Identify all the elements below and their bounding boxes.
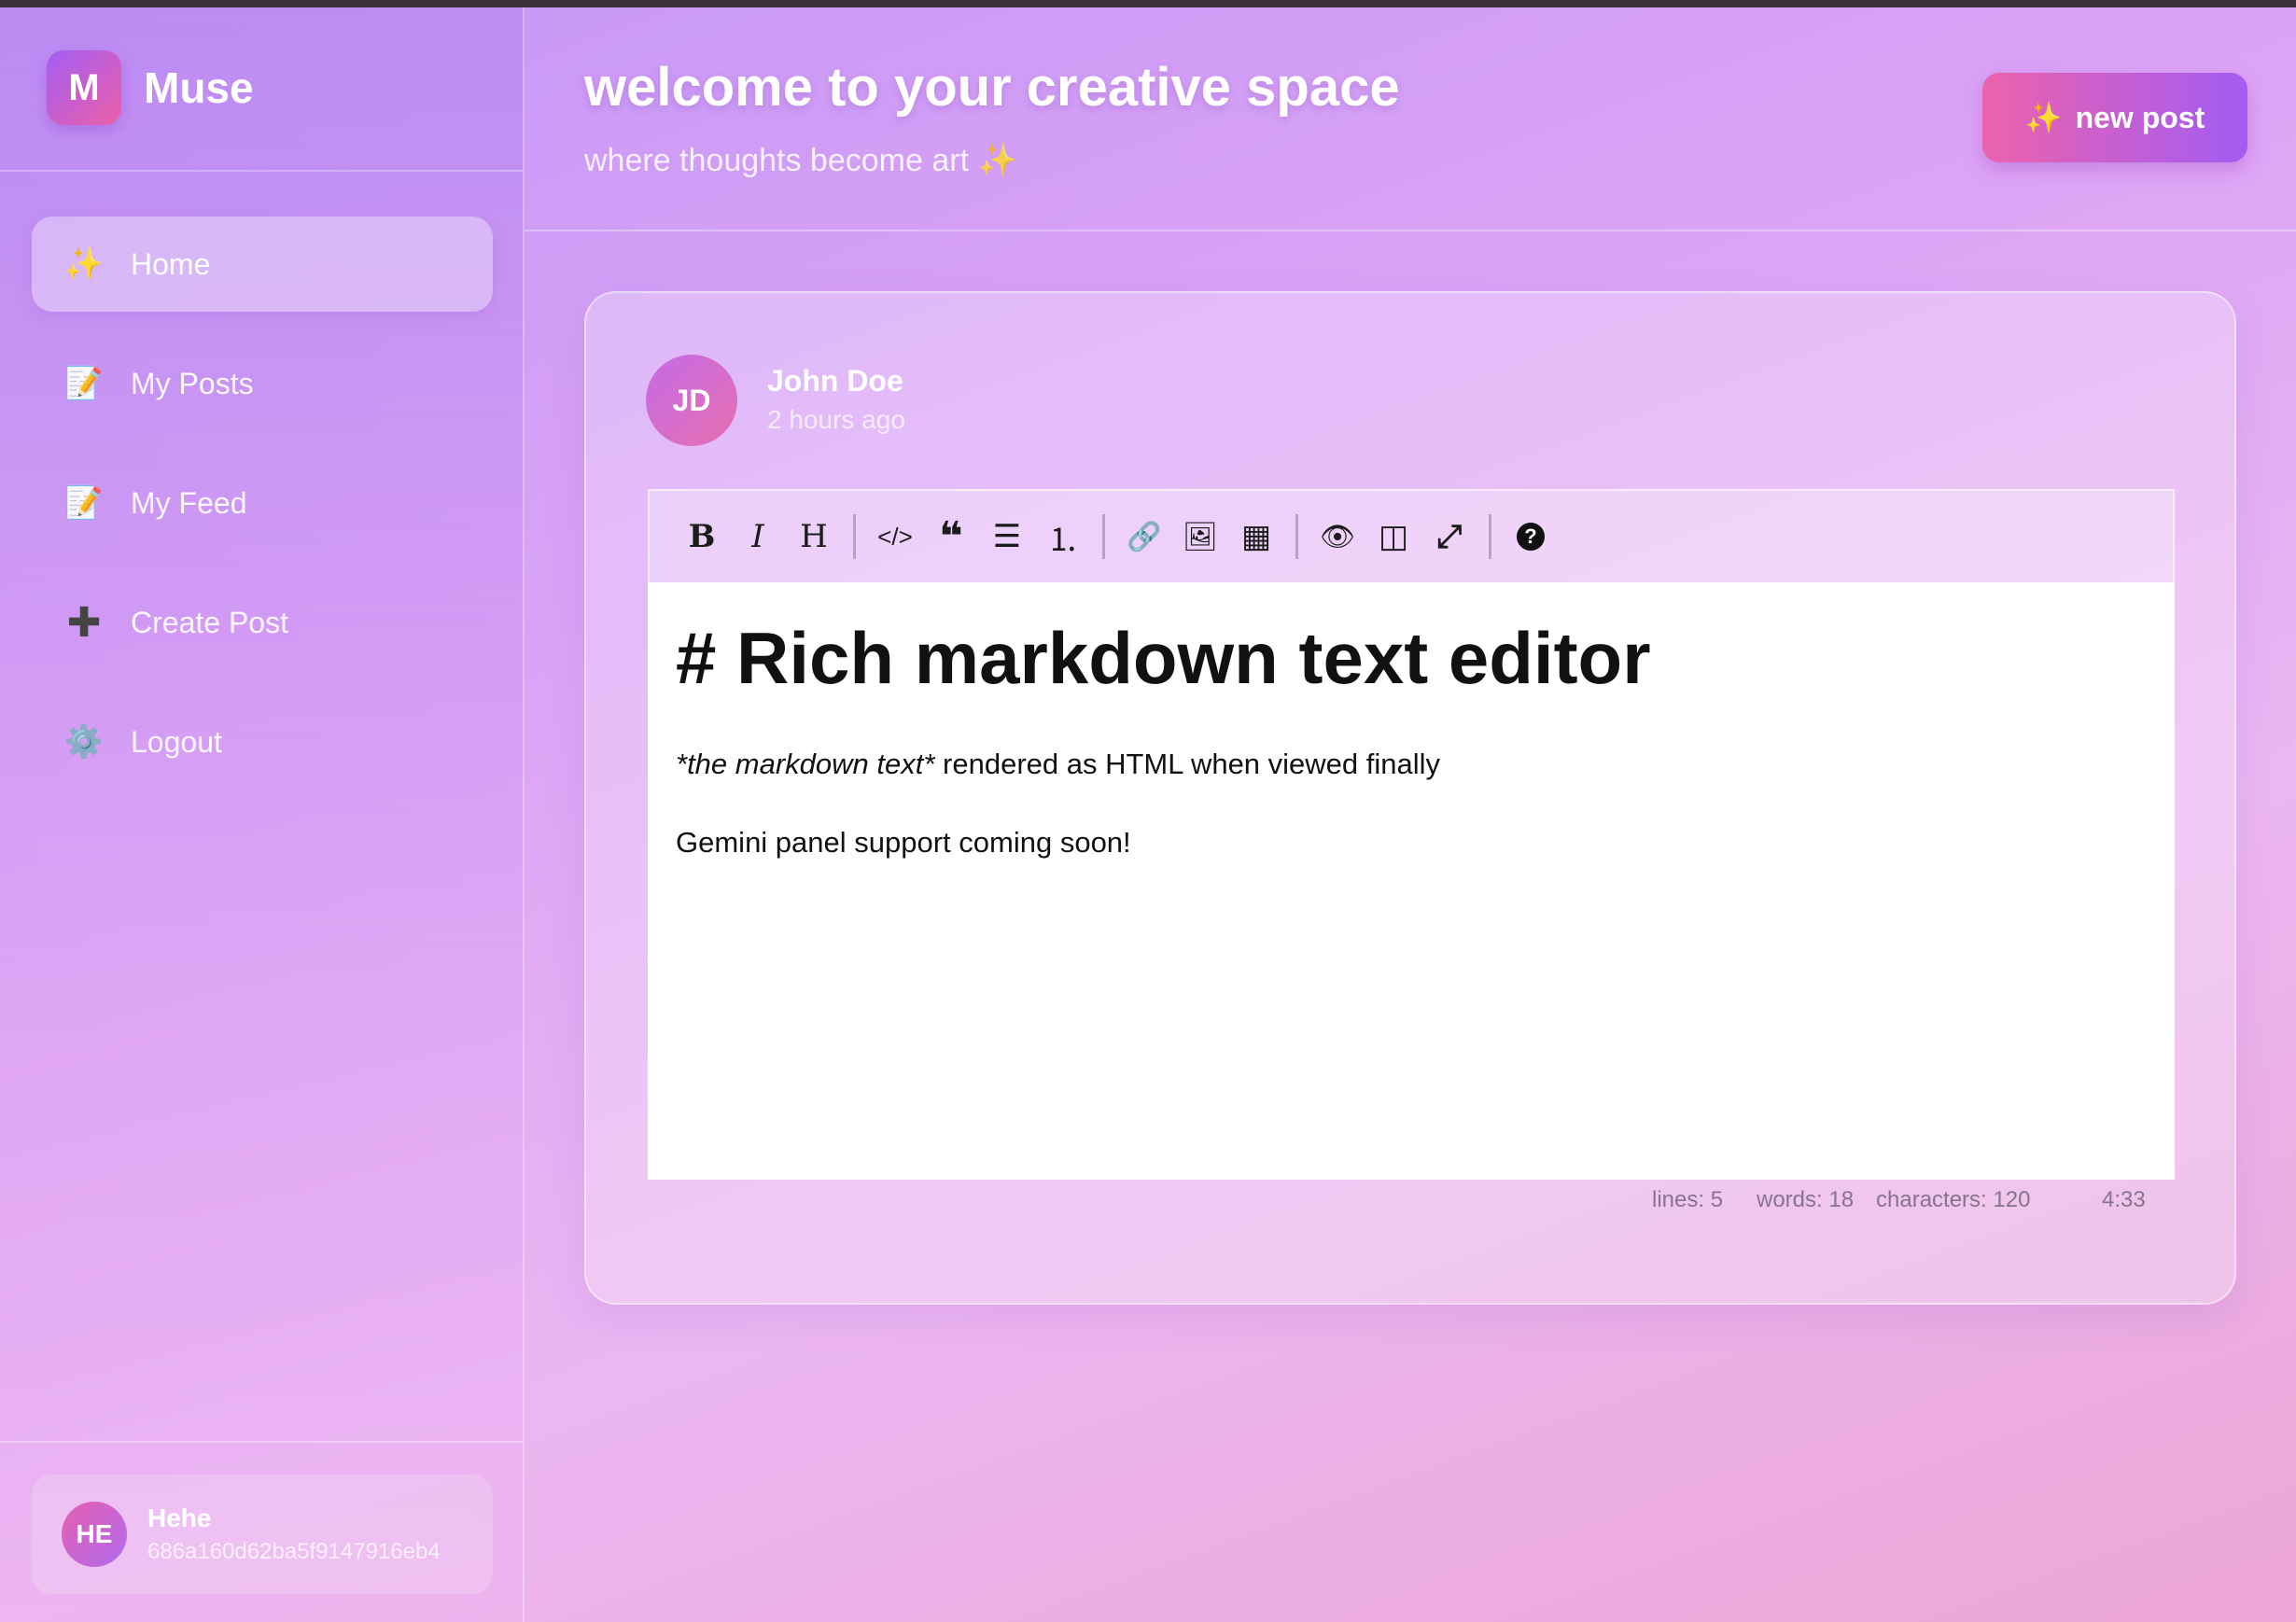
link-icon[interactable]: 🔗: [1116, 509, 1172, 565]
post-timestamp: 2 hours ago: [767, 405, 905, 434]
brand[interactable]: M Muse: [47, 50, 254, 125]
sidebar-item-create-post[interactable]: ✚ Create Post: [32, 575, 493, 670]
editor-statusbar: lines: 5 words: 18 characters: 120 4:33: [648, 1187, 2175, 1224]
help-icon[interactable]: ?: [1503, 509, 1559, 565]
window-top-border: [0, 0, 2296, 7]
sidebar-nav: ✨ Home 📝 My Posts 📝 My Feed ✚ Create Pos…: [32, 217, 493, 814]
page-header: welcome to your creative space where tho…: [525, 7, 2296, 231]
cursor-position: 4:33: [2102, 1187, 2146, 1212]
page-subtitle: where thoughts become art ✨: [584, 143, 1017, 178]
sidebar-divider: [0, 170, 523, 172]
toolbar-separator: [1102, 514, 1105, 559]
markdown-editor: B I H </> ❝ ☰ ⒈ 🔗 🖼 ▦ 👁 ◫ ⤢ ? # Rich mar…: [648, 489, 2175, 1180]
sidebar-divider: [0, 1441, 523, 1443]
sidebar-item-my-feed[interactable]: 📝 My Feed: [32, 455, 493, 551]
brand-name: Muse: [144, 63, 254, 112]
editor-toolbar: B I H </> ❝ ☰ ⒈ 🔗 🖼 ▦ 👁 ◫ ⤢ ?: [648, 489, 2175, 582]
ordered-list-icon[interactable]: ⒈: [1035, 509, 1091, 565]
user-id: 686a160d62ba5f9147916eb4: [147, 1539, 441, 1564]
gear-icon: ⚙️: [63, 724, 105, 760]
editor-textarea[interactable]: # Rich markdown text editor *the markdow…: [648, 582, 2175, 1180]
toolbar-separator: [853, 514, 856, 559]
sidebar-item-label: My Feed: [131, 485, 247, 520]
new-post-label: new post: [2075, 100, 2205, 134]
unordered-list-icon[interactable]: ☰: [979, 509, 1035, 565]
page-title: welcome to your creative space: [584, 57, 1400, 118]
avatar: JD: [646, 355, 737, 446]
side-by-side-icon[interactable]: ◫: [1365, 509, 1421, 565]
sidebar-item-logout[interactable]: ⚙️ Logout: [32, 694, 493, 790]
bold-button[interactable]: B: [674, 509, 730, 565]
code-icon[interactable]: </>: [867, 509, 923, 565]
heading-button[interactable]: H: [786, 509, 842, 565]
preview-eye-icon[interactable]: 👁: [1309, 509, 1365, 565]
line-count: lines: 5: [1652, 1187, 1724, 1212]
sidebar-item-my-posts[interactable]: 📝 My Posts: [32, 336, 493, 431]
user-meta: Hehe 686a160d62ba5f9147916eb4: [147, 1503, 441, 1565]
markdown-heading-line: # Rich markdown text editor: [676, 617, 1651, 699]
sidebar-item-label: Logout: [131, 724, 222, 759]
markdown-line: Gemini panel support coming soon!: [676, 826, 1131, 859]
post-card: JD John Doe 2 hours ago B I H </> ❝ ☰ ⒈ …: [584, 291, 2236, 1305]
memo-icon: 📝: [63, 485, 105, 521]
brand-logo: M: [47, 50, 121, 125]
new-post-button[interactable]: ✨ new post: [1982, 73, 2247, 162]
toolbar-separator: [1295, 514, 1298, 559]
sidebar: M Muse ✨ Home 📝 My Posts 📝 My Feed ✚ Cre…: [0, 7, 525, 1622]
sparkles-icon: ✨: [2024, 101, 2063, 134]
quote-icon[interactable]: ❝: [923, 509, 979, 565]
user-name: Hehe: [147, 1503, 212, 1532]
sparkles-icon: ✨: [63, 246, 105, 282]
sidebar-item-label: My Posts: [131, 366, 254, 400]
toolbar-separator: [1489, 514, 1491, 559]
help-glyph: ?: [1517, 523, 1545, 551]
author-name: John Doe: [767, 364, 903, 398]
plus-icon: ✚: [66, 599, 102, 646]
image-icon[interactable]: 🖼: [1172, 509, 1228, 565]
memo-icon: 📝: [63, 366, 105, 401]
sidebar-item-home[interactable]: ✨ Home: [32, 217, 493, 312]
sidebar-item-label: Create Post: [131, 605, 288, 639]
fullscreen-icon[interactable]: ⤢: [1421, 509, 1477, 565]
italic-button[interactable]: I: [730, 509, 786, 565]
markdown-line: *the markdown text* rendered as HTML whe…: [676, 748, 2147, 781]
word-count: words: 18: [1757, 1187, 1855, 1212]
table-icon[interactable]: ▦: [1228, 509, 1284, 565]
markdown-text: rendered as HTML when viewed finally: [934, 748, 1441, 780]
sidebar-item-label: Home: [131, 246, 211, 281]
markdown-emphasis: *the markdown text*: [676, 748, 935, 780]
user-card[interactable]: HE Hehe 686a160d62ba5f9147916eb4: [32, 1475, 493, 1594]
avatar: HE: [62, 1502, 127, 1567]
character-count: characters: 120: [1876, 1187, 2031, 1212]
